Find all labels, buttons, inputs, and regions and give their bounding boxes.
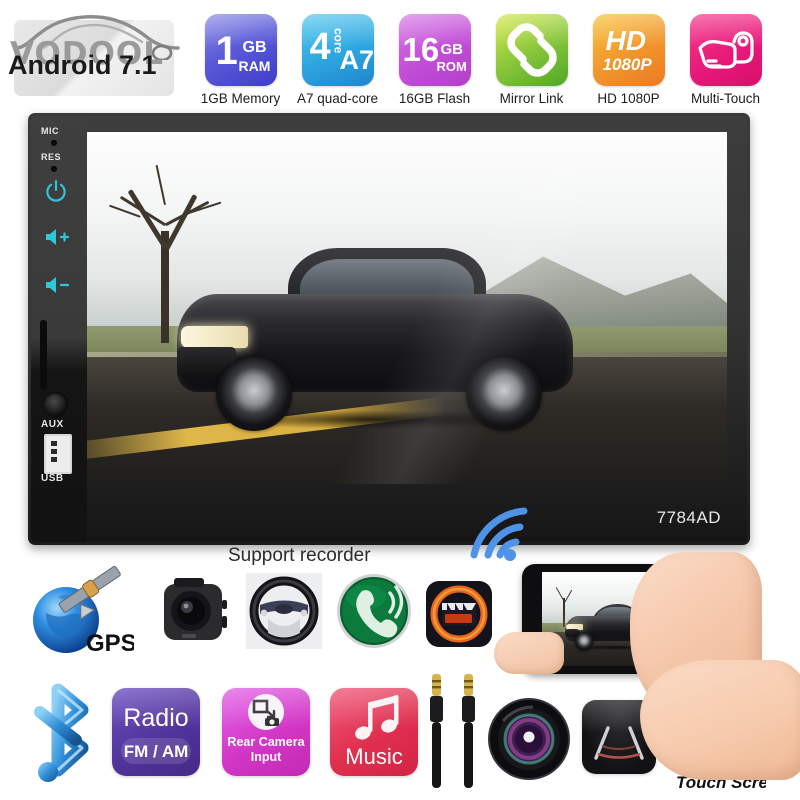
spec-badge-row: VODOOL Android 7.1 1 GB RAM 1GB Memory 4… bbox=[0, 0, 800, 115]
badge-cpu: 4 core A7 A7 quad-core bbox=[289, 0, 386, 106]
car-stereo-head-unit: MIC RES AUX USB 7784AD bbox=[28, 113, 750, 545]
dashcam-recorder-icon bbox=[164, 578, 227, 640]
model-number: 7784AD bbox=[656, 508, 721, 527]
radio-label: Radio bbox=[123, 704, 189, 732]
badge-cpu-big: 4 bbox=[309, 26, 331, 68]
storage-badge-icon: 16 GB ROM bbox=[398, 14, 471, 86]
phone-call-icon bbox=[337, 574, 411, 648]
media-player-icon bbox=[426, 581, 492, 647]
radio-tile: Radio FM / AM bbox=[112, 688, 200, 776]
gps-caption: GPS bbox=[86, 630, 134, 657]
badge-ram: 1 GB RAM 1GB Memory bbox=[192, 0, 289, 106]
badge-hd-big: HD bbox=[605, 25, 646, 56]
pointing-finger bbox=[640, 660, 800, 780]
badge-mirrorlink-caption: Mirror Link bbox=[499, 91, 564, 106]
steering-wheel-control-icon bbox=[246, 573, 322, 649]
badge-multitouch: Multi-Touch bbox=[677, 0, 774, 106]
brand-logo: VODOOL Android 7.1 bbox=[2, 8, 192, 108]
android-version-label: Android 7.1 bbox=[8, 50, 157, 80]
reset-label: RES bbox=[41, 152, 62, 162]
volume-up-icon[interactable] bbox=[43, 226, 71, 248]
badge-rom-type: ROM bbox=[436, 59, 467, 74]
badge-hd: HD 1080P HD 1080P bbox=[580, 0, 677, 106]
badge-ram-big: 1 bbox=[215, 29, 238, 73]
cpu-badge-icon: 4 core A7 bbox=[301, 14, 374, 86]
badge-rom-caption: 16GB Flash bbox=[398, 91, 471, 106]
badge-multitouch-caption: Multi-Touch bbox=[690, 91, 761, 106]
gps-globe-satellite-icon: GPS bbox=[33, 565, 134, 657]
rear-camera-input-tile: Rear Camera Input bbox=[222, 688, 310, 776]
power-icon[interactable] bbox=[43, 178, 69, 204]
music-label: Music bbox=[345, 744, 403, 769]
chain-link-icon bbox=[495, 14, 568, 86]
badge-mirrorlink: Mirror Link bbox=[483, 0, 580, 106]
memory-badge-icon: 1 GB RAM bbox=[204, 14, 277, 86]
badge-hd-caption: HD 1080P bbox=[597, 91, 660, 106]
mic-label: MIC bbox=[41, 126, 59, 136]
mic-hole-icon bbox=[51, 140, 57, 146]
badge-ram-unit: GB bbox=[242, 39, 267, 56]
badge-hd-res: 1080P bbox=[602, 55, 652, 74]
usb-label: USB bbox=[41, 473, 64, 484]
reset-hole-icon bbox=[51, 166, 57, 172]
badge-ram-caption: 1GB Memory bbox=[200, 91, 281, 106]
sd-card-slot[interactable] bbox=[40, 320, 47, 390]
touchscreen-display[interactable] bbox=[87, 132, 727, 484]
thumb bbox=[494, 632, 564, 674]
control-panel: MIC RES AUX USB bbox=[31, 116, 87, 542]
bluetooth-icon bbox=[34, 683, 89, 782]
badge-rom: 16 GB ROM 16GB Flash bbox=[386, 0, 483, 106]
volume-down-icon[interactable] bbox=[43, 274, 71, 296]
support-recorder-label: Support recorder bbox=[228, 545, 371, 566]
badge-ram-type: RAM bbox=[238, 58, 271, 74]
badge-cpu-caption: A7 quad-core bbox=[296, 91, 379, 106]
aux-jack-icon[interactable] bbox=[43, 392, 68, 417]
badge-rom-big: 16 bbox=[402, 31, 440, 68]
rear-camera-label: Rear Camera bbox=[227, 735, 305, 749]
badge-cpu-arch: A7 bbox=[339, 45, 374, 75]
aux-label: AUX bbox=[41, 419, 64, 430]
camera-lens-icon bbox=[488, 698, 570, 780]
sports-car-photo bbox=[176, 248, 574, 432]
badge-rom-unit: GB bbox=[440, 41, 464, 58]
radio-bands: FM / AM bbox=[123, 742, 189, 761]
usb-port-icon[interactable] bbox=[44, 434, 72, 474]
multi-touch-hand-icon bbox=[689, 14, 762, 86]
device-face: MIC RES AUX USB 7784AD bbox=[31, 116, 747, 542]
rear-camera-sub: Input bbox=[250, 750, 282, 764]
hd-badge-icon: HD 1080P bbox=[592, 14, 665, 86]
aux-cable-icon bbox=[430, 674, 475, 788]
music-tile: Music bbox=[330, 688, 418, 776]
